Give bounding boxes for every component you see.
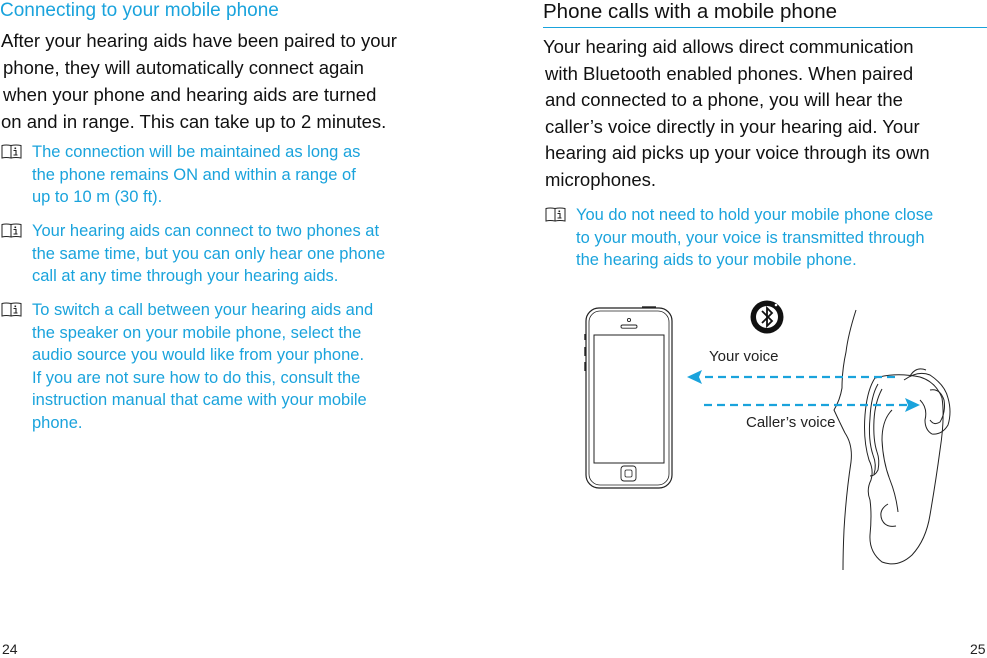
smartphone-icon bbox=[584, 306, 673, 489]
page-number-left: 24 bbox=[2, 641, 18, 657]
label-callers-voice: Caller’s voice bbox=[746, 414, 836, 431]
body-line: on and in range. This can take up to 2 m… bbox=[1, 111, 387, 132]
body-line: and connected to a phone, you will hear … bbox=[545, 89, 903, 110]
section-heading-phone-calls: Phone calls with a mobile phone bbox=[543, 0, 838, 23]
body-line: with Bluetooth enabled phones. When pair… bbox=[545, 62, 914, 84]
body-line: Your hearing aid allows direct communica… bbox=[543, 36, 914, 57]
body-paragraph-connecting: After your hearing aids have been paired… bbox=[1, 27, 441, 135]
info-note-3: To switch a call between your hearing ai… bbox=[1, 299, 441, 439]
heading-rule bbox=[543, 27, 987, 28]
note-line: audio source you would like from your ph… bbox=[32, 346, 365, 364]
info-note-right: You do not need to hold your mobile phon… bbox=[545, 204, 987, 274]
bluetooth-icon bbox=[750, 300, 784, 334]
ear-with-hearing-aid-icon bbox=[833, 309, 951, 571]
label-your-voice: Your voice bbox=[709, 348, 779, 365]
note-line: phone. bbox=[32, 413, 83, 432]
note-line: the speaker on your mobile phone, select… bbox=[32, 323, 362, 342]
body-line: when your phone and hearing aids are tur… bbox=[3, 84, 377, 105]
note-line: To switch a call between your hearing ai… bbox=[32, 301, 374, 319]
body-paragraph-phone-calls: Your hearing aid allows direct communica… bbox=[543, 34, 983, 193]
note-line: Your hearing aids can connect to two pho… bbox=[32, 222, 380, 240]
note-line: the hearing aids to your mobile phone. bbox=[576, 251, 857, 269]
body-line: phone, they will automatically connect a… bbox=[3, 57, 364, 78]
note-line: up to 10 m (30 ft). bbox=[32, 188, 163, 206]
body-line: microphones. bbox=[545, 168, 657, 190]
section-heading-connecting: Connecting to your mobile phone bbox=[0, 0, 279, 21]
info-book-icon bbox=[545, 207, 566, 222]
note-line: the phone remains ON and within a range … bbox=[32, 165, 356, 184]
info-note-1: The connection will be maintained as lon… bbox=[1, 141, 441, 211]
info-book-icon bbox=[1, 223, 22, 238]
phone-hearing-aid-diagram bbox=[584, 300, 951, 571]
note-line: You do not need to hold your mobile phon… bbox=[576, 206, 934, 224]
note-line: The connection will be maintained as lon… bbox=[32, 143, 361, 161]
page-number-right: 25 bbox=[970, 641, 986, 657]
note-line: to your mouth, your voice is transmitted… bbox=[576, 228, 925, 247]
your-voice-arrow bbox=[687, 370, 895, 384]
body-line: After your hearing aids have been paired… bbox=[1, 30, 397, 51]
note-line: If you are not sure how to do this, cons… bbox=[32, 368, 361, 387]
info-book-icon bbox=[1, 302, 22, 317]
note-line: the same time, but you can only hear one… bbox=[32, 244, 386, 263]
info-book-icon bbox=[1, 144, 22, 159]
callers-voice-arrow bbox=[704, 398, 920, 412]
body-line: caller’s voice directly in your hearing … bbox=[545, 115, 920, 137]
note-line: call at any time through your hearing ai… bbox=[32, 267, 339, 285]
body-line: hearing aid picks up your voice through … bbox=[545, 142, 930, 163]
info-note-2: Your hearing aids can connect to two pho… bbox=[1, 220, 441, 290]
note-line: instruction manual that came with your m… bbox=[32, 391, 367, 409]
